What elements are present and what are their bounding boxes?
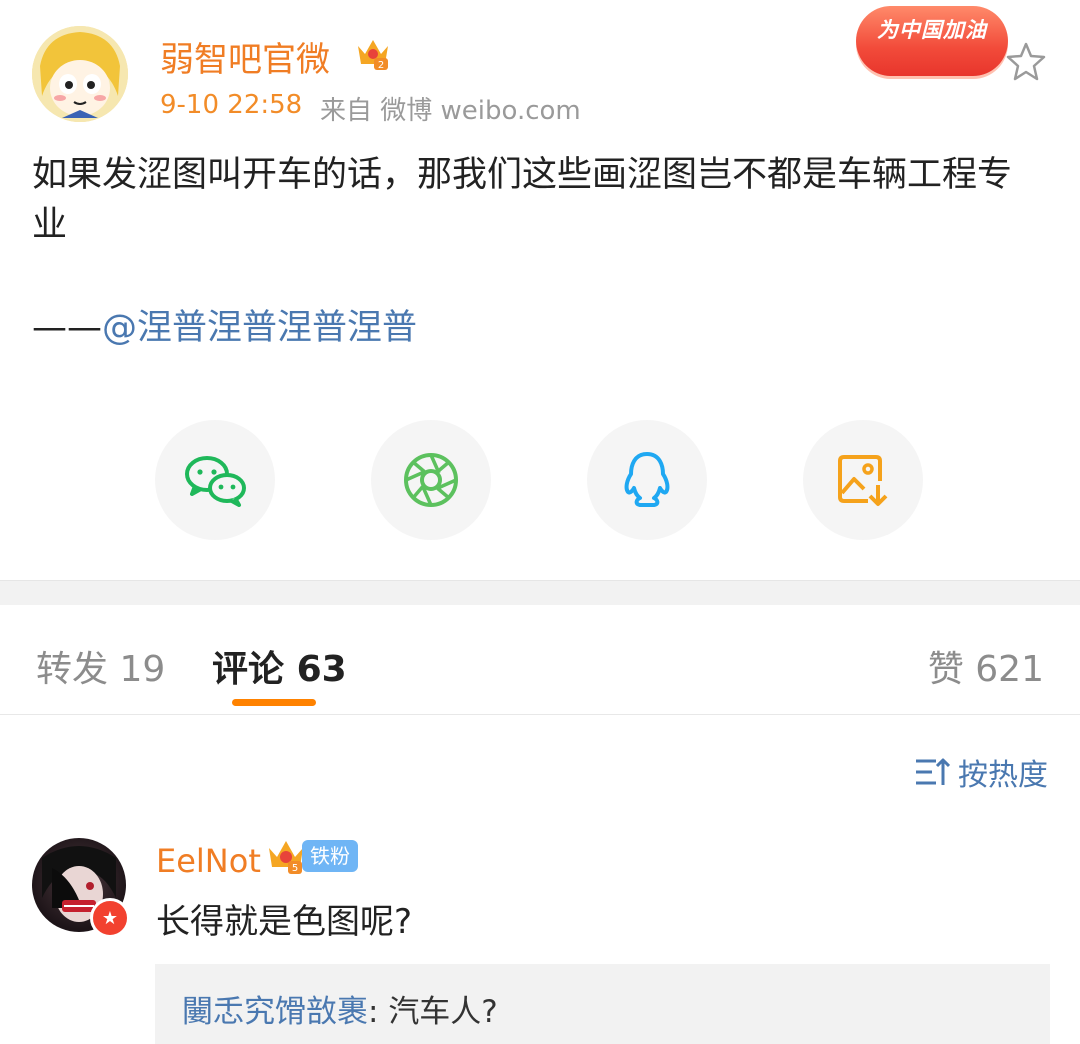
post-source: 来自 微博 weibo.com	[320, 96, 581, 126]
vip-star-badge-icon: ★	[90, 898, 130, 938]
tab-divider	[0, 714, 1080, 715]
fan-badge: 铁粉	[302, 840, 358, 872]
tab-like[interactable]: 赞 621	[928, 640, 1044, 692]
qq-icon	[624, 452, 670, 507]
share-qq-button[interactable]	[587, 420, 707, 540]
tab-comment-count: 63	[296, 649, 347, 690]
active-tab-indicator	[232, 699, 316, 706]
save-image-icon	[838, 455, 888, 506]
tab-like-count: 621	[975, 649, 1044, 690]
tab-forward[interactable]: 转发 19	[36, 640, 165, 692]
quote-mention-link[interactable]: @涅普涅普涅普涅普	[102, 308, 417, 348]
tab-forward-label: 转发	[36, 649, 109, 690]
vip-crown-icon: 2	[354, 34, 392, 72]
cheer-badge-label: 为中国加油	[877, 18, 987, 42]
share-moments-button[interactable]	[371, 420, 491, 540]
save-image-button[interactable]	[803, 420, 923, 540]
wechat-icon	[185, 456, 246, 507]
post-quote: ——@涅普涅普涅普涅普	[32, 306, 417, 350]
share-wechat-button[interactable]	[155, 420, 275, 540]
section-divider	[0, 580, 1080, 605]
reply-preview: 闄忎究馉敨裹: 汽车人?	[182, 986, 498, 1031]
quote-prefix: ——	[32, 308, 102, 348]
tab-forward-count: 19	[119, 649, 166, 690]
sort-label: 按热度	[958, 758, 1048, 793]
svg-text:5: 5	[292, 863, 298, 874]
cheer-badge: 为中国加油	[856, 6, 1008, 76]
tab-comment-label: 评论	[212, 649, 285, 690]
moments-icon	[404, 453, 458, 507]
favorite-star-button[interactable]	[1004, 40, 1048, 84]
reply-separator: :	[368, 994, 379, 1030]
sort-icon	[916, 758, 950, 785]
post-author-name[interactable]: 弱智吧官微	[160, 32, 330, 81]
tab-comment[interactable]: 评论 63	[212, 640, 347, 692]
svg-text:2: 2	[378, 60, 384, 71]
star-icon	[1006, 42, 1046, 81]
comment-text: 长得就是色图呢?	[156, 902, 413, 942]
post-text: 如果发涩图叫开车的话，那我们这些画涩图岂不都是车辆工程专业	[32, 155, 1013, 245]
commenter-name[interactable]: EelNot	[156, 842, 261, 880]
post-author-avatar[interactable]	[32, 26, 128, 122]
reply-text: 汽车人?	[388, 994, 498, 1030]
tab-like-label: 赞	[927, 649, 964, 690]
sort-by-hot-button[interactable]: 按热度	[914, 750, 1048, 794]
commenter-crown-icon: 5	[266, 836, 306, 876]
post-time: 9-10 22:58	[160, 90, 303, 120]
reply-author-name[interactable]: 闄忎究馉敨裹	[182, 994, 368, 1030]
